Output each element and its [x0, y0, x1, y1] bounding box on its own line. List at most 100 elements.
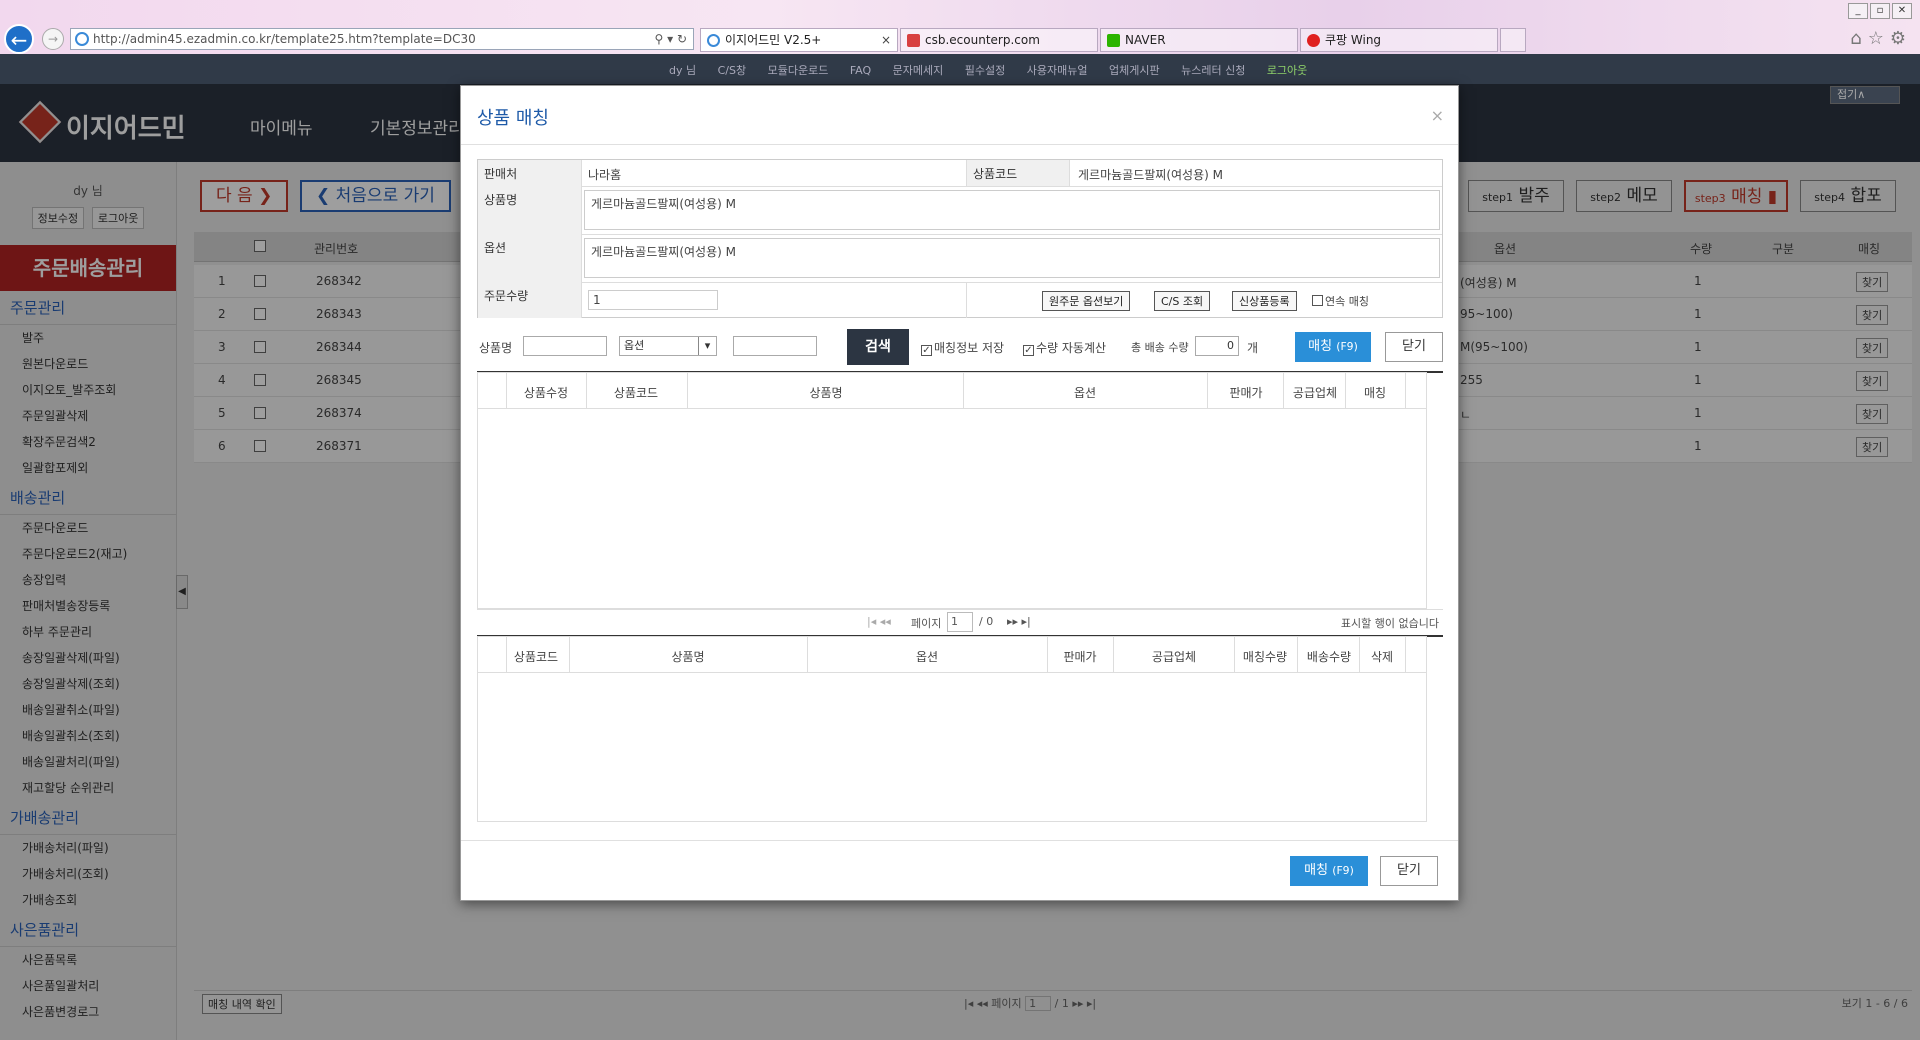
- faq-link[interactable]: FAQ: [850, 64, 871, 77]
- footer-close-button[interactable]: 닫기: [1380, 856, 1438, 886]
- required-settings-link[interactable]: 필수설정: [965, 64, 1005, 77]
- tab-ecounterp[interactable]: csb.ecounterp.com: [900, 28, 1098, 52]
- next-page-icon[interactable]: ▸▸ ▸|: [1007, 615, 1031, 628]
- search-button[interactable]: 검색: [847, 329, 909, 365]
- modal-title: 상품 매칭: [477, 108, 549, 129]
- board-link[interactable]: 업체게시판: [1109, 64, 1160, 77]
- search-text-input[interactable]: [733, 336, 817, 356]
- sms-link[interactable]: 문자메세지: [893, 64, 944, 77]
- cs-lookup-button[interactable]: C/S 조회: [1154, 291, 1211, 311]
- close-button[interactable]: 닫기: [1385, 332, 1443, 362]
- star-icon[interactable]: ☆: [1868, 28, 1890, 49]
- gear-icon[interactable]: ⚙: [1890, 28, 1912, 49]
- logout-link[interactable]: 로그아웃: [1267, 64, 1307, 77]
- home-icon[interactable]: ⌂: [1850, 28, 1867, 49]
- seller-label: 판매처: [478, 160, 582, 186]
- back-icon[interactable]: ←: [4, 24, 34, 54]
- col-edit: 상품수정: [523, 386, 569, 400]
- col-sep: [506, 637, 507, 673]
- tab-label: 이지어드민 V2.5+: [725, 33, 822, 47]
- address-bar[interactable]: http://admin45.ezadmin.co.kr/template25.…: [70, 28, 694, 50]
- col-sep: [1047, 637, 1048, 673]
- col-sep: [1297, 637, 1298, 673]
- order-info-table: 판매처 나라홈 상품코드 게르마늄골드팔찌(여성용) M 상품명 게르마늄골드팔…: [477, 159, 1443, 318]
- tab-naver[interactable]: NAVER: [1100, 28, 1298, 52]
- col-name: 상품명: [671, 650, 705, 664]
- top-links-bar: dy 님 C/S창 모듈다운로드 FAQ 문자메세지 필수설정 사용자매뉴얼 업…: [0, 54, 1920, 104]
- option-field[interactable]: 게르마늄골드팔찌(여성용) M: [584, 238, 1440, 278]
- col-delete: 삭제: [1370, 650, 1394, 664]
- new-product-button[interactable]: 신상품등록: [1232, 291, 1297, 311]
- col-option: 옵션: [1073, 386, 1097, 400]
- divider: [478, 186, 1442, 187]
- col-name: 상품명: [809, 386, 843, 400]
- match-button[interactable]: 매칭 (F9): [1295, 332, 1371, 362]
- save-match-checkbox[interactable]: ✓ 매칭정보 저장: [921, 339, 1004, 356]
- forward-icon[interactable]: →: [42, 28, 64, 50]
- cs-link[interactable]: C/S창: [718, 64, 747, 77]
- first-page-icon[interactable]: |◂ ◂◂: [867, 615, 891, 628]
- match-button-label: 매칭: [1308, 339, 1333, 354]
- close-icon[interactable]: ×: [1431, 106, 1444, 125]
- coupang-icon: [1307, 34, 1320, 47]
- auto-qty-checkbox[interactable]: ✓ 수량 자동계산: [1023, 339, 1106, 356]
- checked-icon: ✓: [921, 345, 932, 356]
- page-input[interactable]: 1: [947, 612, 973, 632]
- naver-icon: [1107, 34, 1120, 47]
- total-qty-input[interactable]: 0: [1195, 336, 1239, 356]
- page-total: / 0: [979, 615, 994, 628]
- collapse-button[interactable]: 접기∧: [1830, 86, 1900, 104]
- product-name-label: 상품명: [478, 186, 582, 234]
- product-match-modal: 상품 매칭 × 판매처 나라홈 상품코드 게르마늄골드팔찌(여성용) M 상품명…: [460, 85, 1459, 901]
- col-sep: [569, 637, 570, 673]
- product-search-table: 상품수정 상품코드 상품명 옵션 판매가 공급업체 매칭: [477, 372, 1427, 609]
- divider: [966, 282, 967, 318]
- new-tab-button[interactable]: [1500, 28, 1526, 52]
- col-sep: [1207, 373, 1208, 409]
- module-download-link[interactable]: 모듈다운로드: [768, 64, 829, 77]
- save-match-label: 매칭정보 저장: [934, 341, 1005, 355]
- col-sep: [1359, 637, 1360, 673]
- option-label: 옵션: [478, 234, 582, 282]
- option-select[interactable]: 옵션 ▾: [619, 336, 717, 356]
- newsletter-link[interactable]: 뉴스레터 신청: [1181, 64, 1245, 77]
- manual-link[interactable]: 사용자매뉴얼: [1027, 64, 1088, 77]
- divider: [461, 840, 1458, 841]
- option-select-value: 옵션: [624, 339, 645, 352]
- product-code-value: 게르마늄골드팔찌(여성용) M: [1078, 168, 1223, 182]
- col-sep: [1345, 373, 1346, 409]
- auto-qty-label: 수량 자동계산: [1036, 341, 1107, 355]
- search-refresh-icon[interactable]: ⚲ ▾ ↻: [655, 29, 688, 49]
- col-sep: [1234, 637, 1235, 673]
- empty-message: 표시할 행이 없습니다: [1340, 617, 1439, 630]
- search-name-input[interactable]: [523, 336, 607, 356]
- tab-coupang[interactable]: 쿠팡 Wing: [1300, 28, 1498, 52]
- maximize-icon[interactable]: ▫: [1870, 3, 1890, 19]
- url-text: http://admin45.ezadmin.co.kr/template25.…: [93, 32, 476, 46]
- original-option-button[interactable]: 원주문 옵션보기: [1042, 291, 1131, 311]
- col-sep: [586, 373, 587, 409]
- col-supplier: 공급업체: [1292, 386, 1338, 400]
- footer-match-button[interactable]: 매칭 (F9): [1290, 856, 1368, 886]
- chevron-down-icon[interactable]: ▾: [698, 337, 716, 355]
- col-sep: [807, 637, 808, 673]
- table-header: 상품코드 상품명 옵션 판매가 공급업체 매칭수량 배송수량 삭제: [478, 637, 1426, 673]
- search-row: 상품명 옵션 ▾ 검색 ✓ 매칭정보 저장 ✓ 수량 자동계산 총 배송 수량 0 개…: [477, 326, 1443, 366]
- ecount-icon: [907, 34, 920, 47]
- divider: [461, 144, 1458, 145]
- product-code-label: 상품코드: [966, 160, 1070, 186]
- table-header: 상품수정 상품코드 상품명 옵션 판매가 공급업체 매칭: [478, 373, 1426, 409]
- order-qty-label: 주문수량: [478, 282, 582, 318]
- continuous-match-checkbox[interactable]: 연속 매칭: [1312, 293, 1369, 309]
- col-sep: [1113, 637, 1114, 673]
- order-qty-input[interactable]: 1: [588, 290, 718, 310]
- product-name-field[interactable]: 게르마늄골드팔찌(여성용) M: [584, 190, 1440, 230]
- close-window-icon[interactable]: ✕: [1892, 3, 1912, 19]
- search-pager: |◂ ◂◂ 페이지 1 / 0 ▸▸ ▸| 표시할 행이 없습니다: [477, 609, 1443, 635]
- tab-label: csb.ecounterp.com: [925, 33, 1040, 47]
- tab-label: NAVER: [1125, 33, 1166, 47]
- close-tab-icon[interactable]: ×: [881, 29, 891, 51]
- tab-ezadmin[interactable]: 이지어드민 V2.5+ ×: [700, 28, 898, 52]
- minimize-icon[interactable]: _: [1848, 3, 1868, 19]
- search-name-label: 상품명: [479, 341, 513, 355]
